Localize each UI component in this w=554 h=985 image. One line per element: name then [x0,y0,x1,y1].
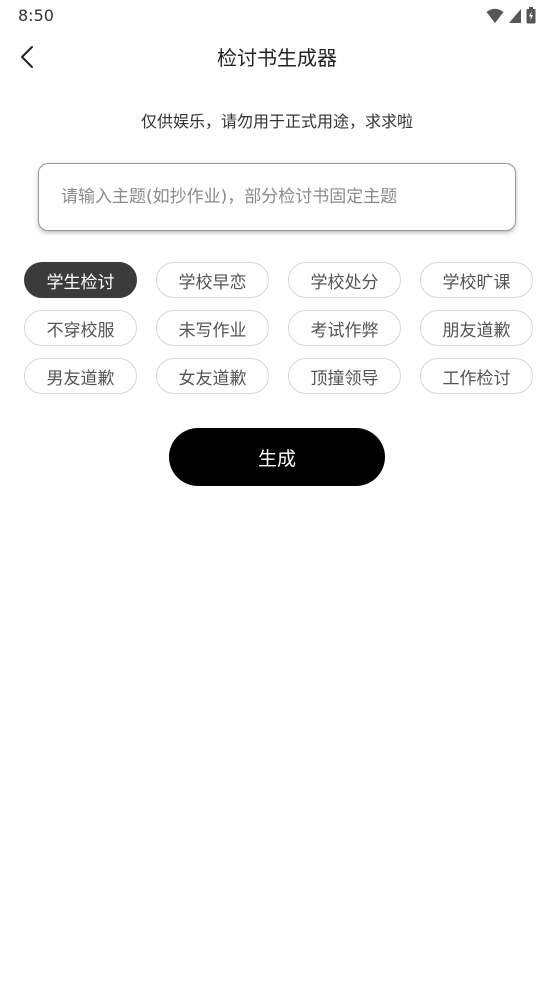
topic-chip-girlfriend-apology[interactable]: 女友道歉 [156,358,269,394]
topic-chip-friend-apology[interactable]: 朋友道歉 [420,310,533,346]
topic-chip-boyfriend-apology[interactable]: 男友道歉 [24,358,137,394]
topic-chip-student-review[interactable]: 学生检讨 [24,262,137,298]
topic-chip-no-uniform[interactable]: 不穿校服 [24,310,137,346]
topic-chip-skipping-class[interactable]: 学校旷课 [420,262,533,298]
page-title: 检讨书生成器 [217,46,337,70]
generate-button[interactable]: 生成 [169,428,385,486]
status-icons [486,7,536,24]
topic-input[interactable] [61,164,501,230]
battery-icon [526,7,536,24]
header: 检讨书生成器 [0,34,554,80]
topic-chip-exam-cheating[interactable]: 考试作弊 [288,310,401,346]
signal-icon [509,8,521,23]
topic-chip-no-homework[interactable]: 未写作业 [156,310,269,346]
topic-input-box [38,163,516,231]
wifi-icon [486,8,504,23]
status-bar: 8:50 [0,0,554,30]
topic-chip-work-review[interactable]: 工作检讨 [420,358,533,394]
disclaimer-text: 仅供娱乐，请勿用于正式用途，求求啦 [140,112,413,131]
topic-chips: 学生检讨 学校早恋 学校处分 学校旷课 不穿校服 未写作业 考试作弊 朋友道歉 … [24,262,533,394]
status-time: 8:50 [18,6,54,25]
topic-chip-school-punishment[interactable]: 学校处分 [288,262,401,298]
topic-chip-school-dating[interactable]: 学校早恋 [156,262,269,298]
topic-chip-defy-leader[interactable]: 顶撞领导 [288,358,401,394]
